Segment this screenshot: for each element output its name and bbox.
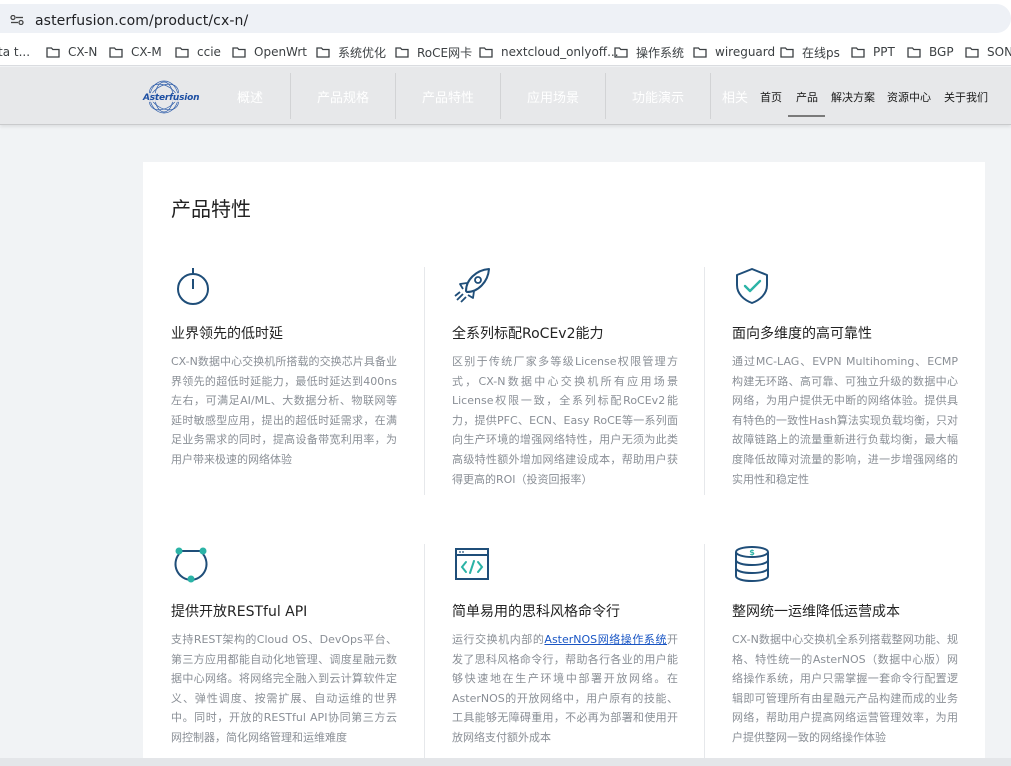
feature-description: CX-N数据中心交换机全系列搭载整网功能、规格、特性统一的AsterNOS（数据… xyxy=(732,633,958,744)
nav-home[interactable]: 首页 xyxy=(760,89,782,105)
subnav-features[interactable]: 产品特性 xyxy=(396,67,500,125)
subnav-specs[interactable]: 产品规格 xyxy=(291,67,395,125)
bookmark-label: 在线ps xyxy=(802,45,840,60)
stopwatch-icon xyxy=(177,268,209,305)
browser-toolbar: asterfusion.com/product/cx-n/ xyxy=(0,0,1011,38)
bookmark-folder-wireguard[interactable]: wireguard xyxy=(693,44,775,60)
column-divider xyxy=(704,544,705,766)
bookmark-folder-bgp[interactable]: BGP xyxy=(907,44,954,60)
address-bar[interactable]: asterfusion.com/product/cx-n/ xyxy=(0,4,1011,33)
bookmark-folder-ccie[interactable]: ccie xyxy=(175,44,221,60)
folder-icon xyxy=(316,46,330,58)
bookmark-label: SONi xyxy=(987,45,1011,59)
feature-description: 区别于传统厂家多等级License权限管理方式，CX-N数据中心交换机所有应用场… xyxy=(452,355,678,486)
bookmark-label: BGP xyxy=(929,45,954,59)
bookmark-label: CX-M xyxy=(131,45,162,59)
subnav-label: 应用场景 xyxy=(526,90,579,106)
subnav-related[interactable]: 相关 xyxy=(722,67,762,125)
nav-about[interactable]: 关于我们 xyxy=(944,89,988,105)
feature-title: 面向多维度的高可靠性 xyxy=(732,326,872,342)
features-card: 产品特性 业界领先的低时延 CX-N数据中心交换机所搭载的交换芯片具备业界领先的… xyxy=(143,162,985,766)
bookmark-folder-cx-m[interactable]: CX-M xyxy=(109,44,162,60)
site-info-icon[interactable] xyxy=(10,15,24,25)
folder-icon xyxy=(965,46,979,58)
bookmark-label: wireguard xyxy=(715,45,776,59)
feature-title: 整网统一运维降低运营成本 xyxy=(732,604,900,620)
database-icon: $ xyxy=(735,546,769,583)
bookmark-item[interactable]: ta t... xyxy=(0,44,30,60)
folder-icon xyxy=(232,46,246,58)
nav-products[interactable]: 产品 xyxy=(796,89,818,105)
folder-icon xyxy=(175,46,189,58)
subnav-label: 产品规格 xyxy=(316,90,369,106)
feature-description: 支持REST架构的Cloud OS、DevOps平台、第三方应用都能自动化地管理… xyxy=(171,633,397,744)
bookmark-folder-ppt[interactable]: PPT xyxy=(851,44,895,60)
asternos-link[interactable]: AsterNOS网络操作系统 xyxy=(544,633,667,646)
folder-icon xyxy=(46,46,60,58)
bookmark-folder-roce[interactable]: RoCE网卡 xyxy=(395,44,472,60)
feature-title: 提供开放RESTful API xyxy=(171,604,308,620)
bookmark-label: nextcloud_onlyoff... xyxy=(501,45,619,59)
bookmark-folder-sysopt[interactable]: 系统优化 xyxy=(316,44,386,60)
bookmark-folder-onlineps[interactable]: 在线ps xyxy=(780,44,840,60)
folder-icon xyxy=(614,46,628,58)
subnav-demo[interactable]: 功能演示 xyxy=(606,67,710,125)
shield-check-icon xyxy=(736,268,768,304)
feature-description: 通过MC-LAG、EVPN Multihoming、ECMP构建无环路、高可靠、… xyxy=(732,355,958,486)
feature-title: 业界领先的低时延 xyxy=(171,326,283,342)
nav-resources[interactable]: 资源中心 xyxy=(887,89,931,105)
bookmark-folder-os[interactable]: 操作系统 xyxy=(614,44,684,60)
column-divider xyxy=(424,267,425,495)
bookmark-folder-openwrt[interactable]: OpenWrt xyxy=(232,44,307,60)
folder-icon xyxy=(851,46,865,58)
rocket-icon xyxy=(454,268,490,303)
folder-icon xyxy=(907,46,921,58)
subnav-label: 功能演示 xyxy=(631,90,684,106)
bookmark-folder-sonic[interactable]: SONi xyxy=(965,44,1011,60)
bookmark-label: ta t... xyxy=(0,45,31,59)
feature-title: 简单易用的思科风格命令行 xyxy=(452,604,620,620)
svg-text:$: $ xyxy=(749,548,755,557)
page-bottom-strip xyxy=(0,758,1011,766)
active-nav-indicator xyxy=(788,115,825,117)
subnav-label: 产品特性 xyxy=(421,90,474,106)
code-window-icon xyxy=(455,548,489,580)
subnav-label: 相关 xyxy=(722,90,749,106)
bookmark-label: CX-N xyxy=(68,45,98,59)
folder-icon xyxy=(109,46,123,58)
feature-description: CX-N数据中心交换机所搭载的交换芯片具备业界领先的超低时延能力，最低时延达到4… xyxy=(171,355,397,466)
bookmark-label: 系统优化 xyxy=(338,45,387,60)
api-nodes-icon xyxy=(174,547,208,583)
bookmark-folder-nextcloud[interactable]: nextcloud_onlyoff... xyxy=(479,44,619,60)
bookmark-label: PPT xyxy=(873,45,895,59)
bookmark-label: OpenWrt xyxy=(254,45,308,59)
column-divider xyxy=(704,267,705,495)
nav-solutions[interactable]: 解决方案 xyxy=(831,89,875,105)
bookmark-label: RoCE网卡 xyxy=(417,45,473,60)
column-divider xyxy=(424,544,425,766)
subnav-label: 概述 xyxy=(236,90,263,106)
section-title: 产品特性 xyxy=(171,197,251,221)
desc-text: 开发了思科风格命令行，帮助各行各业的用户能够快速地在生产环境中部署开放网络。在A… xyxy=(452,633,679,744)
bookmark-folder-cx-n[interactable]: CX-N xyxy=(46,44,97,60)
bookmarks-bar: ta t... CX-N CX-M ccie OpenWrt 系统优化 RoCE… xyxy=(0,38,1011,66)
subnav-scenarios[interactable]: 应用场景 xyxy=(501,67,605,125)
divider xyxy=(710,73,711,119)
desc-text: 运行交换机内部的 xyxy=(452,633,545,646)
site-header: Asterfusion 概述 产品规格 产品特性 应用场景 功能演示 相关 首页… xyxy=(0,67,1011,125)
folder-icon xyxy=(479,46,493,58)
url-text[interactable]: asterfusion.com/product/cx-n/ xyxy=(35,13,248,29)
folder-icon xyxy=(780,46,794,58)
feature-title: 全系列标配RoCEv2能力 xyxy=(452,326,604,342)
folder-icon xyxy=(395,46,409,58)
bookmark-label: 操作系统 xyxy=(636,45,685,60)
folder-icon xyxy=(693,46,707,58)
feature-description: 运行交换机内部的AsterNOS网络操作系统开发了思科风格命令行，帮助各行各业的… xyxy=(452,630,678,748)
bookmark-label: ccie xyxy=(197,45,221,59)
